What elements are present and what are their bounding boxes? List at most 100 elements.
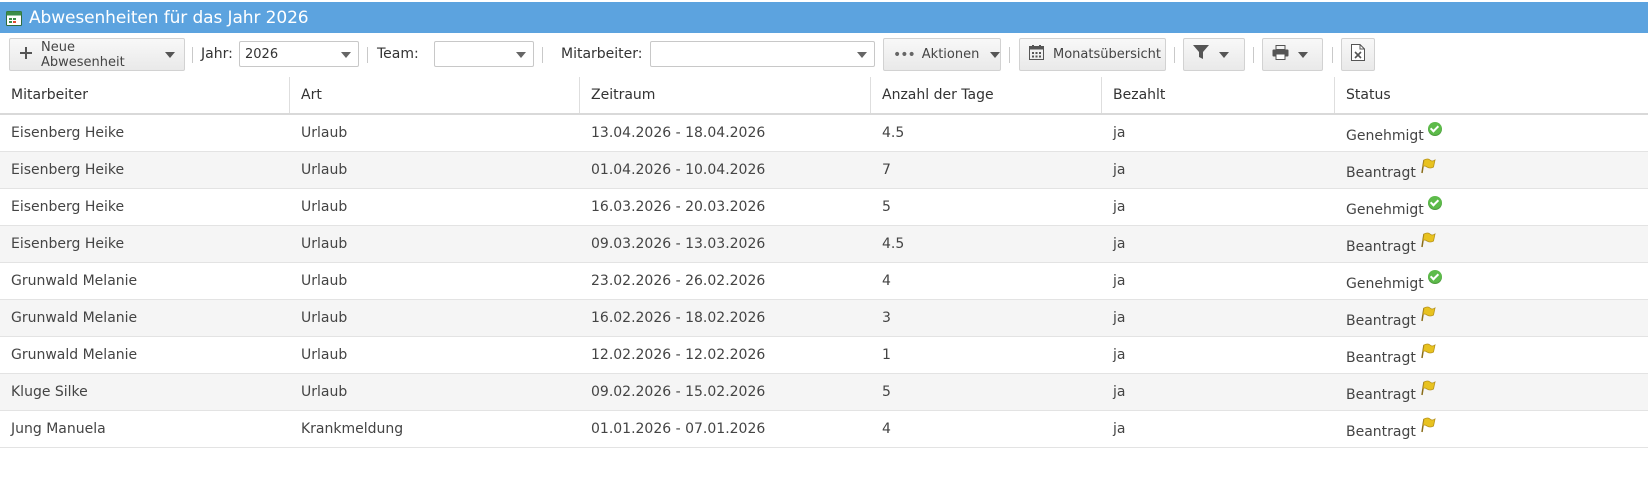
table-header: Mitarbeiter Art Zeitraum Anzahl der Tage…	[0, 77, 1648, 115]
status-text: Beantragt	[1346, 386, 1416, 403]
period-cell: 09.03.2026 - 13.03.2026	[591, 236, 766, 252]
team-select[interactable]	[434, 41, 534, 67]
status-cell: Beantragt	[1335, 374, 1648, 410]
chevron-down-icon	[165, 51, 175, 58]
column-header-status[interactable]: Status	[1335, 77, 1648, 113]
type-cell: Urlaub	[301, 199, 348, 215]
chevron-down-icon	[857, 52, 867, 58]
month-overview-label: Monatsübersicht	[1053, 47, 1161, 62]
print-button[interactable]	[1262, 38, 1323, 71]
toolbar-divider	[367, 47, 368, 63]
status-text: Beantragt	[1346, 164, 1416, 181]
status-cell: Genehmigt	[1335, 115, 1648, 151]
days-cell: 5	[882, 384, 891, 400]
period-cell: 13.04.2026 - 18.04.2026	[591, 125, 766, 141]
period-cell: 23.02.2026 - 26.02.2026	[591, 273, 766, 289]
period-cell: 01.01.2026 - 07.01.2026	[591, 421, 766, 437]
requested-flag-icon	[1420, 380, 1436, 400]
chevron-down-icon	[1219, 51, 1229, 58]
period-cell: 16.03.2026 - 20.03.2026	[591, 199, 766, 215]
type-cell: Urlaub	[301, 236, 348, 252]
month-overview-button[interactable]: Monatsübersicht	[1019, 38, 1166, 71]
paid-cell: ja	[1113, 273, 1126, 289]
days-cell: 4	[882, 421, 891, 437]
table-row[interactable]: Grunwald Melanie Urlaub 16.02.2026 - 18.02…	[0, 300, 1648, 337]
calendar-app-icon	[6, 10, 22, 26]
toolbar: Neue Abwesenheit Jahr: 2026 Team: Mitarb…	[0, 35, 1648, 74]
table-row[interactable]: Grunwald Melanie Urlaub 23.02.2026 - 26.02…	[0, 263, 1648, 300]
type-cell: Urlaub	[301, 347, 348, 363]
approved-check-icon	[1427, 121, 1442, 140]
absences-table: Mitarbeiter Art Zeitraum Anzahl der Tage…	[0, 77, 1648, 448]
toolbar-divider	[1174, 47, 1175, 63]
excel-export-button[interactable]	[1341, 38, 1375, 71]
column-header-type[interactable]: Art	[290, 77, 580, 113]
table-row[interactable]: Eisenberg Heike Urlaub 09.03.2026 - 13.03.…	[0, 226, 1648, 263]
paid-cell: ja	[1113, 310, 1126, 326]
calendar-icon	[1029, 45, 1044, 64]
table-row[interactable]: Eisenberg Heike Urlaub 16.03.2026 - 20.03.…	[0, 189, 1648, 226]
days-cell: 5	[882, 199, 891, 215]
status-text: Genehmigt	[1346, 201, 1424, 218]
chevron-down-icon	[1298, 51, 1308, 58]
paid-cell: ja	[1113, 236, 1126, 252]
days-cell: 4.5	[882, 236, 905, 252]
paid-cell: ja	[1113, 125, 1126, 141]
requested-flag-icon	[1420, 343, 1436, 363]
year-select-value: 2026	[245, 46, 279, 62]
chevron-down-icon	[990, 51, 1001, 58]
approved-check-icon	[1427, 195, 1442, 214]
table-row[interactable]: Grunwald Melanie Urlaub 12.02.2026 - 12.02…	[0, 337, 1648, 374]
type-cell: Urlaub	[301, 310, 348, 326]
type-cell: Urlaub	[301, 162, 348, 178]
requested-flag-icon	[1420, 232, 1436, 252]
ellipsis-icon: •••	[893, 46, 916, 63]
new-absence-label: Neue Abwesenheit	[41, 39, 125, 70]
status-text: Beantragt	[1346, 312, 1416, 329]
table-row[interactable]: Kluge Silke Urlaub 09.02.2026 - 15.02.2026…	[0, 374, 1648, 411]
column-header-employee[interactable]: Mitarbeiter	[0, 77, 290, 113]
team-label: Team:	[377, 46, 419, 62]
page-title: Abwesenheiten für das Jahr 2026	[29, 7, 309, 28]
approved-check-icon	[1427, 269, 1442, 288]
chevron-down-icon	[516, 52, 526, 58]
year-select[interactable]: 2026	[239, 41, 359, 67]
status-text: Genehmigt	[1346, 127, 1424, 144]
status-text: Beantragt	[1346, 238, 1416, 255]
status-cell: Beantragt	[1335, 226, 1648, 262]
filter-button[interactable]	[1183, 38, 1245, 71]
employee-cell: Eisenberg Heike	[11, 199, 125, 215]
employee-cell: Eisenberg Heike	[11, 162, 125, 178]
employee-cell: Grunwald Melanie	[11, 347, 138, 363]
table-body: Eisenberg Heike Urlaub 13.04.2026 - 18.04.…	[0, 115, 1648, 448]
type-cell: Urlaub	[301, 384, 348, 400]
column-header-paid[interactable]: Bezahlt	[1102, 77, 1335, 113]
table-row[interactable]: Jung Manuela Krankmeldung 01.01.2026 - 07.…	[0, 411, 1648, 448]
type-cell: Krankmeldung	[301, 421, 404, 437]
type-cell: Urlaub	[301, 273, 348, 289]
toolbar-divider	[1332, 47, 1333, 63]
employee-cell: Grunwald Melanie	[11, 310, 138, 326]
paid-cell: ja	[1113, 162, 1126, 178]
status-cell: Beantragt	[1335, 152, 1648, 188]
plus-icon	[19, 46, 33, 64]
table-row[interactable]: Eisenberg Heike Urlaub 01.04.2026 - 10.04.…	[0, 152, 1648, 189]
filter-icon	[1193, 45, 1209, 64]
toolbar-divider	[192, 47, 193, 63]
employee-label: Mitarbeiter:	[561, 46, 643, 62]
column-header-period[interactable]: Zeitraum	[580, 77, 871, 113]
status-text: Beantragt	[1346, 423, 1416, 440]
employee-cell: Kluge Silke	[11, 384, 88, 400]
column-header-days[interactable]: Anzahl der Tage	[871, 77, 1102, 113]
employee-select[interactable]	[650, 41, 875, 67]
actions-button[interactable]: ••• Aktionen	[883, 38, 1001, 71]
days-cell: 3	[882, 310, 891, 326]
status-cell: Genehmigt	[1335, 263, 1648, 299]
days-cell: 7	[882, 162, 891, 178]
status-text: Genehmigt	[1346, 275, 1424, 292]
table-row[interactable]: Eisenberg Heike Urlaub 13.04.2026 - 18.04.…	[0, 115, 1648, 152]
new-absence-button[interactable]: Neue Abwesenheit	[9, 38, 185, 71]
window-titlebar: Abwesenheiten für das Jahr 2026	[0, 2, 1648, 33]
status-cell: Beantragt	[1335, 411, 1648, 447]
requested-flag-icon	[1420, 306, 1436, 326]
